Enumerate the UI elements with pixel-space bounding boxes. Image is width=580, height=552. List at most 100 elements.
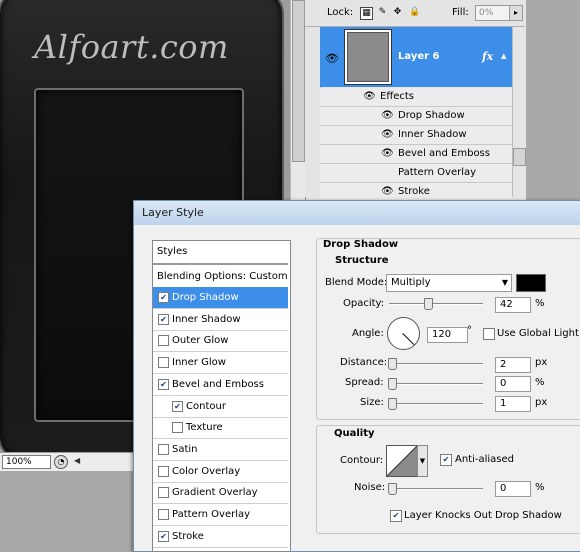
style-checkbox[interactable]: ✔ xyxy=(158,530,169,542)
distance-slider-thumb[interactable] xyxy=(388,358,397,370)
dropdown-arrow-icon: ▼ xyxy=(501,278,508,287)
style-checkbox[interactable] xyxy=(158,509,169,520)
size-field[interactable]: 1 xyxy=(495,396,531,412)
contour-dropdown-arrow-icon[interactable]: ▼ xyxy=(417,445,428,477)
shadow-color-swatch[interactable] xyxy=(516,274,546,292)
eye-icon[interactable]: 👁 xyxy=(381,183,394,201)
percent-unit: % xyxy=(535,482,545,493)
style-checkbox[interactable]: ✔ xyxy=(172,400,183,412)
angle-field[interactable]: 120 xyxy=(427,327,468,343)
anti-aliased-label[interactable]: Anti-aliased xyxy=(455,454,514,465)
blend-mode-label: Blend Mode: xyxy=(325,277,388,288)
style-checkbox[interactable] xyxy=(158,465,169,477)
contour-label: Contour: xyxy=(340,455,384,466)
eye-icon[interactable]: 👁 xyxy=(381,107,394,125)
blending-options-item[interactable]: Blending Options: Custom xyxy=(153,266,288,288)
eye-icon[interactable]: 👁 xyxy=(381,126,394,144)
opacity-slider-track[interactable] xyxy=(389,303,483,305)
style-item[interactable]: Satin xyxy=(153,439,288,461)
opacity-slider-thumb[interactable] xyxy=(424,298,434,310)
size-slider-track[interactable] xyxy=(389,403,483,405)
style-item-label: Inner Shadow xyxy=(172,313,241,325)
knockout-checkbox[interactable]: ✔ xyxy=(390,510,402,522)
effect-row[interactable]: 👁 Bevel and Emboss xyxy=(320,145,512,164)
style-item[interactable]: Pattern Overlay xyxy=(153,504,288,526)
size-slider-thumb[interactable] xyxy=(388,398,397,410)
spread-field[interactable]: 0 xyxy=(495,376,531,392)
knockout-label[interactable]: Layer Knocks Out Drop Shadow xyxy=(404,510,562,521)
styles-header[interactable]: Styles xyxy=(153,241,288,264)
structure-heading: Structure xyxy=(333,255,391,266)
layer-thumbnail-image xyxy=(347,32,389,82)
eye-icon[interactable]: 👁 xyxy=(325,52,339,65)
style-checkbox[interactable] xyxy=(158,443,169,455)
status-menu-arrow-icon[interactable]: ◀ xyxy=(74,456,80,465)
effect-row[interactable]: Pattern Overlay xyxy=(320,164,512,183)
style-item[interactable]: Color Overlay xyxy=(153,461,288,483)
eye-icon[interactable]: 👁 xyxy=(381,145,394,163)
zoom-field[interactable]: 100% xyxy=(2,455,51,469)
px-unit: px xyxy=(535,397,548,408)
contour-preview[interactable] xyxy=(386,445,418,477)
style-item-label: Gradient Overlay xyxy=(172,487,258,499)
style-item-label: Satin xyxy=(172,443,198,455)
spread-slider-track[interactable] xyxy=(389,383,483,385)
style-checkbox[interactable] xyxy=(172,422,183,434)
style-item-label: Bevel and Emboss xyxy=(172,378,264,390)
contour-curve-icon xyxy=(387,446,417,476)
global-light-label[interactable]: Use Global Light xyxy=(497,328,579,339)
noise-slider-thumb[interactable] xyxy=(388,483,397,495)
style-item-label: Inner Glow xyxy=(172,357,226,369)
style-item[interactable]: ✔ Stroke xyxy=(153,526,288,548)
style-item[interactable]: ✔ Inner Shadow xyxy=(153,309,288,331)
distance-slider-track[interactable] xyxy=(389,363,483,365)
fx-icon[interactable]: fx xyxy=(482,50,493,63)
noise-slider-track[interactable] xyxy=(389,488,483,490)
angle-dial-hand xyxy=(402,333,415,346)
eye-icon[interactable]: 👁 xyxy=(363,88,376,106)
fill-slider-button[interactable]: ▸ xyxy=(509,5,523,21)
fill-field[interactable]: 0% xyxy=(475,5,512,21)
style-item[interactable]: Outer Glow xyxy=(153,330,288,353)
style-checkbox[interactable] xyxy=(158,357,169,369)
style-checkbox[interactable]: ✔ xyxy=(158,292,169,303)
canvas-scroll-thumb[interactable] xyxy=(292,0,305,162)
effect-row[interactable]: 👁 Drop Shadow xyxy=(320,107,512,126)
style-item-label: Stroke xyxy=(172,530,204,542)
spread-slider-thumb[interactable] xyxy=(388,378,397,390)
style-item[interactable]: Gradient Overlay xyxy=(153,482,288,505)
lock-position-icon[interactable]: ✥ xyxy=(392,7,403,18)
style-checkbox[interactable] xyxy=(158,335,169,347)
style-checkbox[interactable] xyxy=(158,487,169,499)
style-item[interactable]: ✔ Bevel and Emboss xyxy=(153,374,288,396)
style-item[interactable]: ✔ Contour xyxy=(153,396,288,418)
style-item[interactable]: ✔ Drop Shadow xyxy=(153,287,288,309)
collapse-effects-icon[interactable]: ▲ xyxy=(501,52,506,60)
effect-label: Bevel and Emboss xyxy=(398,148,490,159)
blend-mode-select[interactable]: Multiply ▼ xyxy=(386,274,512,292)
distance-field[interactable]: 2 xyxy=(495,357,531,373)
effect-label: Stroke xyxy=(398,186,430,197)
noise-field[interactable]: 0 xyxy=(495,481,531,497)
style-item[interactable]: Texture xyxy=(153,417,288,440)
lock-image-icon[interactable]: ✎ xyxy=(377,7,388,18)
style-checkbox[interactable]: ✔ xyxy=(158,378,169,390)
layers-scrollbar[interactable] xyxy=(512,27,526,197)
size-label: Size: xyxy=(360,397,384,408)
angle-dial[interactable] xyxy=(387,317,420,350)
degree-unit: ° xyxy=(467,325,472,336)
style-checkbox[interactable]: ✔ xyxy=(158,313,169,325)
anti-aliased-checkbox[interactable]: ✔ xyxy=(440,454,452,466)
opacity-field[interactable]: 42 xyxy=(495,297,531,313)
lock-all-icon[interactable]: 🔒 xyxy=(409,7,420,18)
layer-name[interactable]: Layer 6 xyxy=(398,51,439,62)
doc-info-icon[interactable]: ◔ xyxy=(54,455,68,469)
effects-row[interactable]: 👁 Effects xyxy=(320,88,512,107)
style-item[interactable]: Inner Glow xyxy=(153,352,288,375)
lock-label: Lock: xyxy=(327,7,354,18)
layers-scroll-thumb[interactable] xyxy=(513,148,526,166)
global-light-checkbox[interactable] xyxy=(483,328,495,340)
lock-transparent-icon[interactable]: ▦ xyxy=(360,7,373,20)
style-item-label: Pattern Overlay xyxy=(172,509,251,520)
effect-row[interactable]: 👁 Inner Shadow xyxy=(320,126,512,145)
